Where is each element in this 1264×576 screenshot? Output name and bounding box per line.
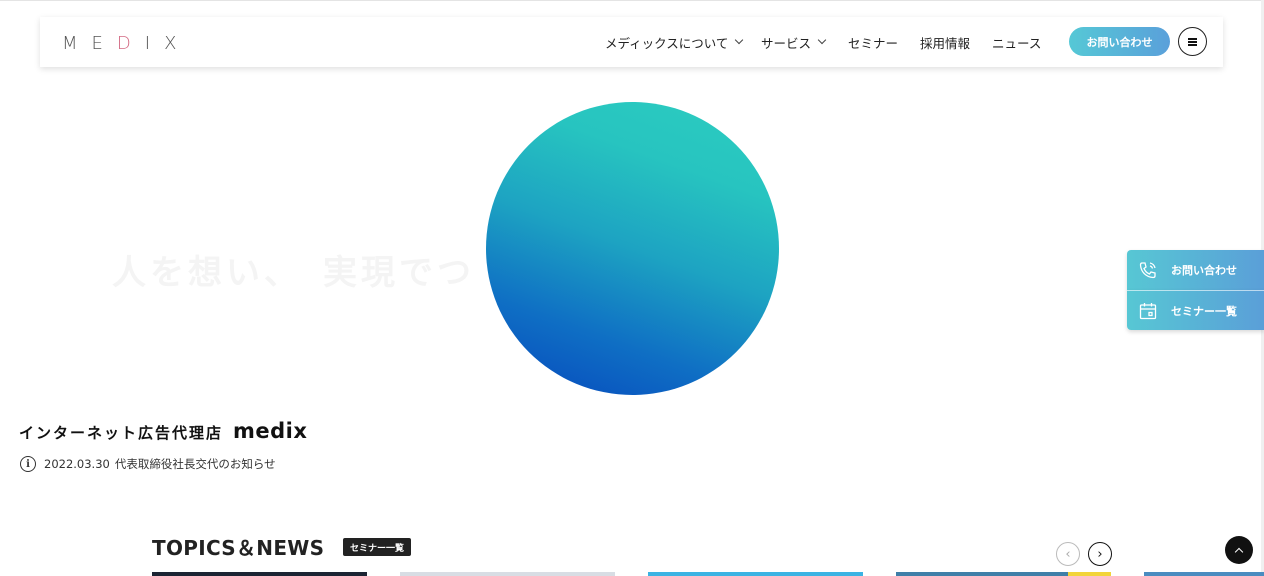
phone-icon [1137, 259, 1159, 281]
chevron-down-icon [817, 35, 827, 45]
nav-item-about[interactable]: メディックスについて [605, 33, 744, 52]
topic-card[interactable] [152, 572, 367, 576]
nav-item-service[interactable]: サービス [761, 33, 827, 52]
top-border [0, 0, 1264, 1]
chevron-left-icon[interactable]: ‹ [1056, 542, 1080, 566]
site-header: MEDIX メディックスについて サービス セミナー 採用情報 ニュース お問い… [40, 17, 1223, 67]
topic-card[interactable] [400, 572, 615, 576]
nav-item-news[interactable]: ニュース [992, 33, 1041, 52]
chevron-down-icon [735, 35, 744, 45]
news-notice-link[interactable]: i 2022.03.30 代表取締役社長交代のお知らせ [20, 456, 276, 472]
topic-card-accent [1068, 572, 1111, 576]
contact-button[interactable]: お問い合わせ [1069, 27, 1170, 56]
topic-card[interactable] [648, 572, 863, 576]
back-to-top-button[interactable] [1225, 536, 1253, 564]
arrow-up-icon [1234, 547, 1244, 556]
side-contact-button[interactable]: お問い合わせ [1127, 250, 1264, 290]
nav-item-seminar[interactable]: セミナー [848, 33, 898, 52]
calendar-icon [1137, 300, 1159, 322]
notice-date: 2022.03.30 [44, 457, 110, 471]
hero-gradient-circle [486, 102, 779, 395]
hamburger-icon [1188, 37, 1197, 46]
hero-tagline: インターネット広告代理店 medix [19, 419, 307, 443]
menu-button[interactable] [1178, 27, 1207, 56]
notice-text: 代表取締役社長交代のお知らせ [114, 457, 276, 471]
hero-faded-heading: 人を想い、 実現でつ [112, 253, 475, 293]
chevron-right-icon[interactable]: › [1088, 542, 1112, 566]
nav-item-recruit[interactable]: 採用情報 [920, 33, 970, 52]
tagline-text: インターネット広告代理店 [19, 424, 224, 442]
tagline-brand: medix [233, 419, 308, 443]
side-seminar-button[interactable]: セミナー一覧 [1127, 290, 1264, 330]
topic-card[interactable] [896, 572, 1068, 576]
info-icon: i [20, 456, 36, 472]
topic-card[interactable] [1144, 572, 1264, 576]
main-nav: メディックスについて サービス セミナー 採用情報 ニュース [40, 17, 1223, 67]
seminar-list-tag[interactable]: セミナー一覧 [343, 538, 411, 556]
topics-heading: TOPICS＆NEWS [152, 536, 325, 560]
